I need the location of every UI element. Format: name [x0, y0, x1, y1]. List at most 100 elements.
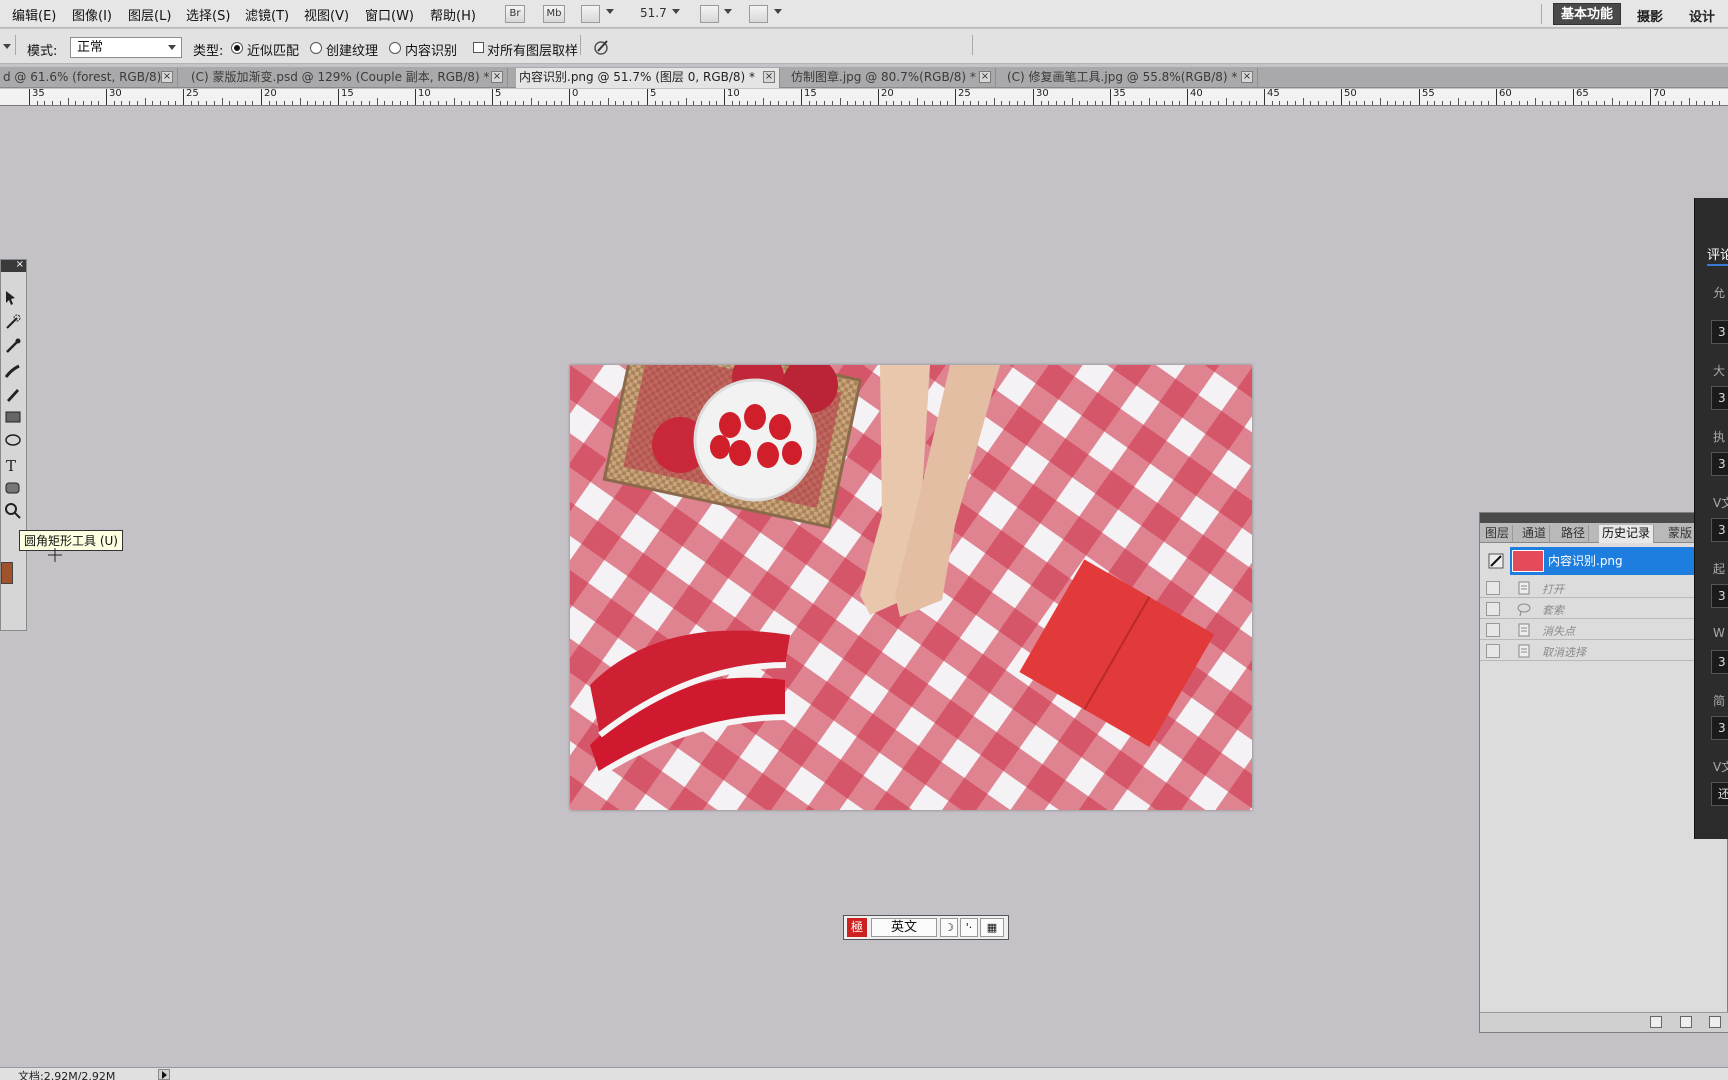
trash-icon[interactable]: [1709, 1016, 1721, 1028]
ruler-tick: [469, 101, 470, 105]
history-source-checkbox[interactable]: [1486, 623, 1500, 637]
move-tool-icon[interactable]: [3, 288, 23, 308]
history-step-vanishing-point[interactable]: 消失点: [1480, 620, 1728, 640]
tab-channels[interactable]: 通道: [1519, 525, 1551, 543]
panel-header[interactable]: [1480, 513, 1727, 523]
close-icon[interactable]: ×: [161, 71, 173, 83]
ruler-tick: [655, 101, 656, 105]
screen-mode-button[interactable]: [749, 5, 768, 23]
tab-layers[interactable]: 图层: [1482, 525, 1514, 543]
bridge-button[interactable]: Br: [505, 5, 525, 23]
history-step-lasso[interactable]: 套索: [1480, 599, 1728, 619]
close-icon[interactable]: ×: [1241, 71, 1253, 83]
close-icon[interactable]: ×: [491, 71, 503, 83]
ruler-tick: [37, 101, 38, 105]
ruler-tick: [44, 101, 45, 105]
history-source-checkbox[interactable]: [1486, 581, 1500, 595]
ruler-tick: [377, 98, 378, 105]
field-input[interactable]: 3: [1711, 320, 1728, 344]
eyedropper-tool-icon[interactable]: [3, 336, 23, 356]
rounded-rectangle-tool-icon[interactable]: [3, 478, 23, 498]
new-document-from-state-icon[interactable]: [1650, 1016, 1662, 1028]
gradient-tool-icon[interactable]: [3, 407, 23, 427]
sample-all-layers-label[interactable]: 对所有图层取样: [487, 40, 578, 59]
field-input[interactable]: 3: [1711, 386, 1728, 410]
pressure-brush-icon[interactable]: [592, 38, 610, 56]
arrange-documents-button[interactable]: [700, 5, 719, 23]
snapshot-thumbnail: [1512, 550, 1544, 572]
tab-forest[interactable]: d @ 61.6% (forest, RGB/8) * ×: [0, 68, 178, 88]
tab-clone-stamp[interactable]: 仿制图章.jpg @ 80.7%(RGB/8) * ×: [788, 68, 996, 88]
view-extras-button[interactable]: [581, 5, 600, 23]
workspace-design-button[interactable]: 设计: [1689, 6, 1715, 25]
tool-preset-chevron-icon[interactable]: [3, 44, 11, 49]
punctuation-icon[interactable]: '·: [960, 918, 978, 937]
ruler-tick: [1473, 101, 1474, 105]
mode-select[interactable]: 正常: [70, 37, 182, 58]
zoom-level[interactable]: 51.7: [640, 6, 667, 20]
mini-bridge-button[interactable]: Mb: [543, 5, 565, 23]
field-input[interactable]: 3: [1711, 518, 1728, 542]
ruler-tick: [747, 101, 748, 105]
menu-window[interactable]: 窗口(W): [365, 5, 414, 24]
workspace-photography-button[interactable]: 摄影: [1637, 6, 1663, 25]
ruler-tick: [98, 101, 99, 105]
healing-brush-tool-icon[interactable]: [3, 362, 23, 382]
workspace-essentials-button[interactable]: 基本功能: [1553, 3, 1621, 25]
history-source-checkbox[interactable]: [1486, 644, 1500, 658]
tab-history[interactable]: 历史记录: [1599, 525, 1655, 543]
tab-mask-gradient[interactable]: (C) 蒙版加渐变.psd @ 129% (Couple 副本, RGB/8) …: [188, 68, 508, 88]
proximity-match-label[interactable]: 近似匹配: [247, 40, 299, 59]
field-input[interactable]: 还: [1711, 782, 1728, 806]
ruler-tick: [554, 101, 555, 105]
field-input[interactable]: 3: [1711, 716, 1728, 740]
menu-view[interactable]: 视图(V): [304, 5, 349, 24]
ruler-tick: [1118, 101, 1119, 105]
menu-edit[interactable]: 编辑(E): [12, 5, 56, 24]
content-aware-label[interactable]: 内容识别: [405, 40, 457, 59]
new-snapshot-icon[interactable]: [1680, 1016, 1692, 1028]
zoom-tool-icon[interactable]: [3, 501, 23, 521]
pen-tool-icon[interactable]: [3, 430, 23, 450]
ruler-tick: [1064, 101, 1065, 105]
proximity-match-radio[interactable]: [231, 42, 243, 54]
type-tool-icon[interactable]: T: [3, 455, 23, 475]
history-source-checkbox[interactable]: [1486, 602, 1500, 616]
menu-filter[interactable]: 滤镜(T): [245, 5, 289, 24]
menu-image[interactable]: 图像(I): [72, 5, 112, 24]
ruler-tick: [615, 101, 616, 105]
menu-help[interactable]: 帮助(H): [430, 5, 476, 24]
sample-all-layers-checkbox[interactable]: [473, 42, 484, 53]
close-icon[interactable]: ×: [16, 259, 24, 270]
half-width-icon[interactable]: ☽: [940, 918, 958, 937]
content-aware-radio[interactable]: [389, 42, 401, 54]
history-step-deselect[interactable]: 取消选择: [1480, 641, 1728, 661]
tab-paths[interactable]: 路径: [1558, 525, 1590, 543]
quick-select-tool-icon[interactable]: [3, 312, 23, 332]
ruler-tick: [1550, 101, 1551, 105]
brush-tool-icon[interactable]: [3, 384, 23, 404]
create-texture-label[interactable]: 创建纹理: [326, 40, 378, 59]
create-texture-radio[interactable]: [310, 42, 322, 54]
history-brush-source-icon[interactable]: [1488, 553, 1504, 569]
menu-select[interactable]: 选择(S): [186, 5, 230, 24]
tab-comments[interactable]: 评论: [1707, 244, 1728, 263]
field-input[interactable]: 3: [1711, 452, 1728, 476]
picnic-photo: [570, 365, 1252, 810]
tab-masks[interactable]: 蒙版: [1665, 525, 1697, 543]
ime-language-toggle[interactable]: 英文: [871, 918, 937, 937]
close-icon[interactable]: ×: [979, 71, 991, 83]
document-canvas-image[interactable]: [570, 365, 1252, 810]
ime-logo-icon[interactable]: 極: [847, 918, 867, 937]
field-input[interactable]: 3: [1711, 650, 1728, 674]
soft-keyboard-icon[interactable]: ▦: [980, 918, 1004, 937]
foreground-color-swatch[interactable]: [1, 562, 13, 584]
menu-layer[interactable]: 图层(L): [128, 5, 171, 24]
toolbox-header[interactable]: ×: [1, 259, 26, 272]
close-icon[interactable]: ×: [763, 71, 775, 83]
status-menu-arrow-icon[interactable]: [158, 1069, 170, 1080]
history-step-open[interactable]: 打开: [1480, 578, 1728, 598]
tab-healing-brush[interactable]: (C) 修复画笔工具.jpg @ 55.8%(RGB/8) * ×: [1004, 68, 1258, 88]
field-input[interactable]: 3: [1711, 584, 1728, 608]
tab-content-aware[interactable]: 内容识别.png @ 51.7% (图层 0, RGB/8) * ×: [516, 68, 780, 88]
